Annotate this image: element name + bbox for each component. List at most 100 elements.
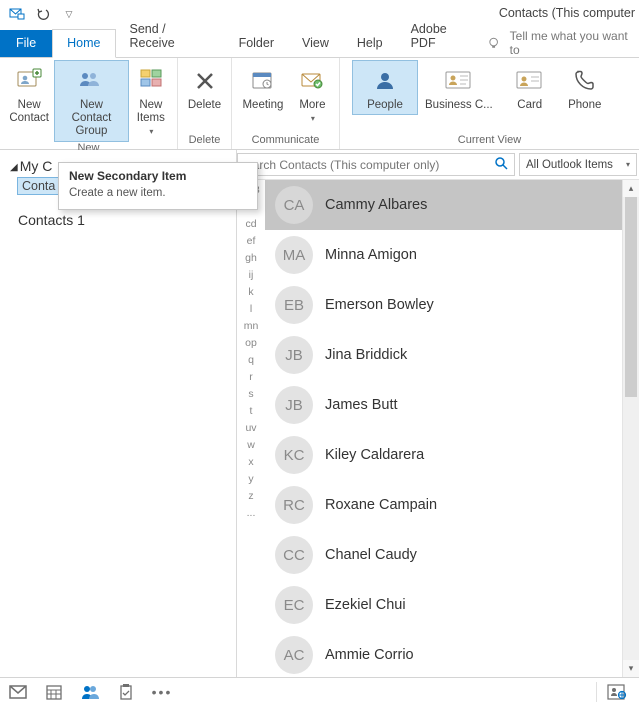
alpha-y[interactable]: y xyxy=(237,473,265,490)
avatar: RC xyxy=(275,486,313,524)
nav-address-book-icon[interactable] xyxy=(599,678,635,706)
contact-name: Jina Briddick xyxy=(325,347,407,363)
ribbon-group-delete-label: Delete xyxy=(178,134,231,149)
contact-row[interactable]: CCChanel Caudy xyxy=(265,530,639,580)
search-icon[interactable] xyxy=(492,156,510,173)
alpha-x[interactable]: x xyxy=(237,456,265,473)
tab-view[interactable]: View xyxy=(288,30,343,57)
alpha-q[interactable]: q xyxy=(237,354,265,371)
tab-file[interactable]: File xyxy=(0,30,52,57)
contact-name: James Butt xyxy=(325,397,398,413)
meeting-icon xyxy=(247,65,279,97)
contact-name: Ammie Corrio xyxy=(325,647,414,663)
new-contact-group-button[interactable]: New Contact Group xyxy=(54,60,128,142)
contact-row[interactable]: JB James Butt xyxy=(265,380,639,430)
tab-adobe-pdf[interactable]: Adobe PDF xyxy=(397,16,487,57)
view-phone-button[interactable]: Phone xyxy=(560,60,610,115)
tab-help[interactable]: Help xyxy=(343,30,397,57)
contact-row[interactable]: ECEzekiel Chui xyxy=(265,580,639,630)
view-business-card-label: Business C... xyxy=(425,99,493,112)
alpha-l[interactable]: l xyxy=(237,303,265,320)
nav-tasks-icon[interactable] xyxy=(108,678,144,706)
alpha-r[interactable]: r xyxy=(237,371,265,388)
alpha-t[interactable]: t xyxy=(237,405,265,422)
contact-name: Kiley Caldarera xyxy=(325,447,424,463)
avatar: EB xyxy=(275,286,313,324)
contact-row[interactable]: RCRoxane Campain xyxy=(265,480,639,530)
contact-name: Chanel Caudy xyxy=(325,547,417,563)
tab-folder[interactable]: Folder xyxy=(225,30,288,57)
nav-calendar-icon[interactable] xyxy=(36,678,72,706)
alpha-...[interactable]: ... xyxy=(237,507,265,524)
scroll-thumb[interactable] xyxy=(625,197,637,397)
alpha-cd[interactable]: cd xyxy=(237,218,265,235)
alpha-index[interactable]: 123abcdefghijklmnopqrstuvwxyz... xyxy=(237,180,265,677)
people-view-icon xyxy=(369,65,401,97)
qat-customize-icon[interactable]: ▽ xyxy=(58,3,80,25)
alpha-s[interactable]: s xyxy=(237,388,265,405)
alpha-w[interactable]: w xyxy=(237,439,265,456)
new-contact-group-icon xyxy=(75,65,107,97)
new-contact-group-label: New Contact Group xyxy=(61,99,121,139)
scrollbar[interactable]: ▴ ▾ xyxy=(622,180,639,677)
avatar: JB xyxy=(275,386,313,424)
contact-row[interactable]: JB Jina Briddick xyxy=(265,330,639,380)
tab-home[interactable]: Home xyxy=(52,29,115,58)
view-business-card-button[interactable]: Business C... xyxy=(418,60,500,115)
filter-label: All Outlook Items xyxy=(526,159,613,171)
tooltip-body: Create a new item. xyxy=(69,187,247,199)
new-contact-label: New Contact xyxy=(9,99,49,125)
view-people-button[interactable]: People xyxy=(352,60,418,115)
more-communicate-label: More▾ xyxy=(299,99,325,125)
qat-send-receive-icon[interactable] xyxy=(6,3,28,25)
more-communicate-button[interactable]: More▾ xyxy=(290,60,335,128)
new-contact-button[interactable]: New Contact xyxy=(4,60,54,128)
search-input[interactable] xyxy=(246,158,492,172)
meeting-button[interactable]: Meeting xyxy=(236,60,290,115)
alpha-uv[interactable]: uv xyxy=(237,422,265,439)
filter-dropdown[interactable]: All Outlook Items ▾ xyxy=(519,153,637,176)
avatar: MA xyxy=(275,236,313,274)
more-communicate-icon xyxy=(296,65,328,97)
tell-me[interactable]: Tell me what you want to xyxy=(486,29,639,57)
nav-mail-icon[interactable] xyxy=(0,678,36,706)
navigation-bar: ••• xyxy=(0,677,639,705)
ribbon-tabs: File Home Send / Receive Folder View Hel… xyxy=(0,28,639,58)
ribbon-group-current-view-label: Current View xyxy=(340,134,639,149)
alpha-z[interactable]: z xyxy=(237,490,265,507)
nav-people-icon[interactable] xyxy=(72,678,108,706)
alpha-k[interactable]: k xyxy=(237,286,265,303)
alpha-op[interactable]: op xyxy=(237,337,265,354)
contact-list: CA Cammy Albares MA Minna Amigon EBEmerson B… xyxy=(265,180,639,677)
contact-name: Cammy Albares xyxy=(325,197,427,213)
avatar: JB xyxy=(275,336,313,374)
card-view-icon xyxy=(514,65,546,97)
alpha-mn[interactable]: mn xyxy=(237,320,265,337)
tab-send-receive[interactable]: Send / Receive xyxy=(116,16,225,57)
search-box[interactable] xyxy=(237,153,515,176)
contact-row[interactable]: KCKiley Caldarera xyxy=(265,430,639,480)
contact-row[interactable]: EBEmerson Bowley xyxy=(265,280,639,330)
contact-row[interactable]: MA Minna Amigon xyxy=(265,230,639,280)
lightbulb-icon xyxy=(486,35,501,51)
alpha-gh[interactable]: gh xyxy=(237,252,265,269)
contact-row[interactable]: ACAmmie Corrio xyxy=(265,630,639,677)
ribbon-group-communicate-label: Communicate xyxy=(232,134,339,149)
tooltip-new-secondary-item: New Secondary Item Create a new item. xyxy=(58,162,258,210)
alpha-ef[interactable]: ef xyxy=(237,235,265,252)
scroll-down-icon[interactable]: ▾ xyxy=(623,660,639,677)
view-card-button[interactable]: Card xyxy=(500,60,560,115)
alpha-ij[interactable]: ij xyxy=(237,269,265,286)
contact-row[interactable]: CA Cammy Albares xyxy=(265,180,639,230)
scroll-up-icon[interactable]: ▴ xyxy=(623,180,639,197)
qat-undo-icon[interactable] xyxy=(32,3,54,25)
avatar: EC xyxy=(275,586,313,624)
contact-name: Minna Amigon xyxy=(325,247,417,263)
nav-more-icon[interactable]: ••• xyxy=(144,678,180,706)
view-phone-label: Phone xyxy=(568,99,601,112)
avatar: CA xyxy=(275,186,313,224)
new-contact-icon xyxy=(13,65,45,97)
new-items-button[interactable]: New Items▾ xyxy=(129,60,173,142)
delete-button[interactable]: Delete xyxy=(182,60,227,115)
tooltip-title: New Secondary Item xyxy=(69,169,247,183)
